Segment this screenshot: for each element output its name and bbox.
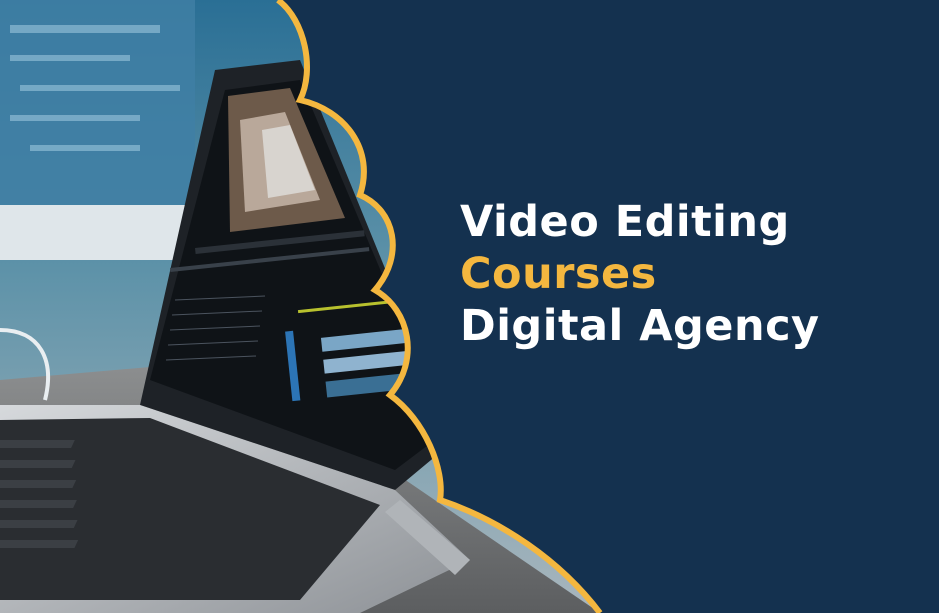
headline-line-2: Courses xyxy=(460,249,657,299)
promo-banner: Video Editing Courses Digital Agency xyxy=(0,0,939,613)
headline-line-3: Digital Agency xyxy=(460,301,820,351)
headline: Video Editing Courses Digital Agency xyxy=(460,196,820,352)
headline-line-1: Video Editing xyxy=(460,197,790,247)
